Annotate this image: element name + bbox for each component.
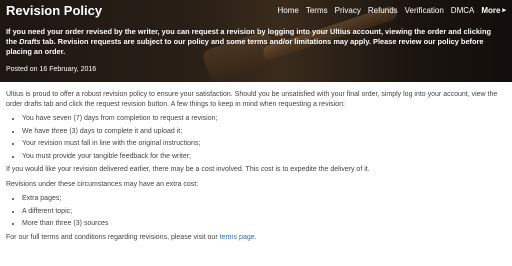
footer-text: For our full terms and conditions regard… (6, 233, 220, 241)
list-item: A different topic; (22, 207, 506, 217)
nav-verification[interactable]: Verification (405, 6, 444, 15)
header-bar: Revision Policy Home Terms Privacy Refun… (0, 0, 512, 20)
posted-date: Posted on 16 February, 2016 (6, 66, 97, 73)
extra-cost-intro: Revisions under these circumstances may … (6, 180, 199, 188)
page-title: Revision Policy (6, 2, 103, 18)
nav-dmca[interactable]: DMCA (451, 6, 475, 15)
top-nav: Home Terms Privacy Refunds Verification … (271, 6, 507, 15)
policy-content: Ultius is proud to offer a robust revisi… (0, 82, 512, 242)
extra-cost-list: Extra pages; A different topic; More tha… (6, 194, 506, 229)
notice-text-2: tab. Revision requests are subject to ou… (6, 37, 484, 56)
nav-refunds[interactable]: Refunds (368, 6, 398, 15)
nav-more-label: More (481, 5, 501, 15)
nav-more[interactable]: More ▸ (481, 6, 506, 15)
list-item: You must provide your tangible feedback … (22, 152, 506, 162)
list-item: Your revision must fall in line with the… (22, 139, 506, 149)
page-header: Revision Policy Home Terms Privacy Refun… (0, 0, 512, 82)
expedite-paragraph: If you would like your revision delivere… (6, 166, 370, 173)
nav-home[interactable]: Home (278, 6, 299, 15)
list-item: We have three (3) days to complete it an… (22, 127, 506, 137)
intro-paragraph: Ultius is proud to offer a robust revisi… (6, 91, 498, 108)
revision-rules-list: You have seven (7) days from completion … (6, 114, 506, 161)
notice-drafts-text: Drafts (19, 37, 41, 46)
list-item: More than three (3) sources (22, 219, 506, 229)
nav-privacy[interactable]: Privacy (335, 6, 361, 15)
list-item: You have seven (7) days from completion … (22, 114, 506, 124)
footer-paragraph: For our full terms and conditions regard… (6, 233, 506, 243)
chevron-right-icon: ▸ (502, 7, 506, 14)
terms-page-link[interactable]: terms page (220, 234, 255, 241)
list-item: Extra pages; (22, 194, 506, 204)
revision-notice: If you need your order revised by the wr… (6, 27, 500, 57)
nav-terms[interactable]: Terms (306, 6, 328, 15)
footer-end: . (254, 233, 257, 241)
